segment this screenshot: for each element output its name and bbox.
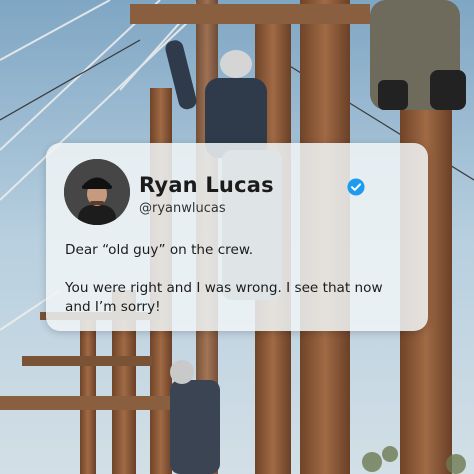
author-name[interactable]: Ryan Lucas bbox=[139, 173, 274, 197]
post-text-line-2: You were right and I was wrong. I see th… bbox=[65, 280, 383, 315]
post-card: Ryan Lucas @ryanwlucas Dear “old guy” on… bbox=[46, 143, 428, 331]
avatar[interactable] bbox=[64, 159, 130, 225]
post-text-line-1: Dear “old guy” on the crew. bbox=[65, 242, 254, 258]
avatar-image bbox=[64, 159, 130, 225]
author-handle[interactable]: @ryanwlucas bbox=[139, 201, 226, 216]
verified-badge-icon bbox=[347, 178, 365, 196]
